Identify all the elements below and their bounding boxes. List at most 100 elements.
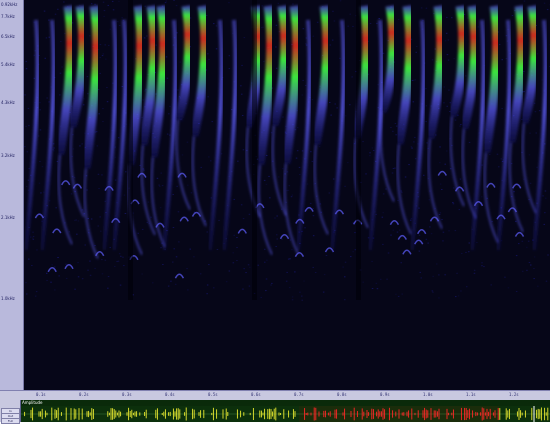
noise-speck [282,168,284,169]
silence-gap [356,0,361,300]
noise-speck [349,104,351,105]
noise-speck [33,236,35,237]
noise-speck [266,184,268,185]
noise-speck [103,53,105,54]
noise-speck [351,76,353,77]
noise-speck [395,294,397,295]
noise-speck [160,207,162,208]
noise-speck [107,101,109,102]
noise-speck [426,239,428,240]
noise-speck [115,180,117,181]
noise-speck [455,296,457,297]
waveform-canvas[interactable] [21,406,550,422]
noise-speck [40,129,42,130]
noise-speck [87,93,89,94]
noise-speck [448,60,450,61]
noise-speck [113,9,115,10]
noise-speck [491,284,493,285]
noise-speck [65,264,67,265]
noise-speck [377,84,379,85]
noise-speck [506,35,508,36]
noise-speck [438,297,440,298]
noise-speck [269,197,271,198]
noise-speck [144,90,146,91]
noise-speck [444,274,446,275]
noise-speck [445,164,447,165]
noise-speck [244,37,246,38]
noise-speck [240,85,242,86]
noise-speck [501,108,503,109]
noise-speck [248,264,250,265]
noise-speck [242,289,244,290]
noise-speck [26,294,28,295]
noise-speck [342,267,344,268]
noise-speck [76,234,78,235]
noise-speck [421,277,423,278]
spectrogram-canvas[interactable] [24,0,550,390]
noise-speck [299,174,301,175]
noise-speck [46,37,48,38]
noise-speck [352,26,354,27]
noise-speck [216,25,218,26]
noise-speck [105,59,107,60]
waveform-selection[interactable] [299,406,499,422]
noise-speck [317,22,319,23]
noise-speck [32,232,34,233]
noise-speck [425,88,427,89]
noise-speck [207,285,209,286]
noise-speck [439,162,441,163]
noise-speck [60,41,62,42]
noise-speck [173,0,175,1]
noise-speck [276,68,278,69]
time-tick-label: 0.1s [36,392,46,397]
noise-speck [117,21,119,22]
noise-speck [178,211,180,212]
noise-speck [236,237,238,238]
spectrogram-display[interactable] [24,0,550,390]
noise-speck [529,133,531,134]
noise-speck [345,115,347,116]
noise-speck [261,297,263,298]
noise-speck [43,192,45,193]
noise-speck [169,135,171,136]
noise-speck [167,134,169,135]
noise-speck [231,109,233,110]
noise-speck [118,1,120,2]
noise-speck [395,123,397,124]
noise-speck [425,121,427,122]
noise-speck [264,180,266,181]
noise-speck [350,256,352,257]
noise-speck [542,195,544,196]
noise-speck [57,9,59,10]
noise-speck [229,55,231,56]
noise-speck [547,255,549,256]
noise-speck [81,143,83,144]
noise-speck [96,131,98,132]
waveform-panel: InOutFull Amplitude [0,400,550,422]
noise-speck [329,102,331,103]
noise-speck [110,247,112,248]
noise-speck [168,286,170,287]
noise-speck [264,262,266,263]
noise-speck [124,195,126,196]
noise-speck [176,5,178,6]
noise-speck [333,179,335,180]
noise-speck [241,65,243,66]
noise-speck [534,103,536,104]
noise-speck [103,16,105,17]
noise-speck [288,259,290,260]
noise-speck [502,59,504,60]
noise-speck [522,241,524,242]
noise-speck [287,171,289,172]
noise-speck [58,275,60,276]
noise-speck [448,230,450,231]
noise-speck [545,198,547,199]
noise-speck [448,40,450,41]
noise-speck [481,165,483,166]
noise-speck [433,276,435,277]
noise-speck [296,158,298,159]
waveform-button-full[interactable]: Full [1,418,20,424]
noise-speck [369,152,371,153]
noise-speck [299,292,301,293]
noise-speck [32,238,34,239]
